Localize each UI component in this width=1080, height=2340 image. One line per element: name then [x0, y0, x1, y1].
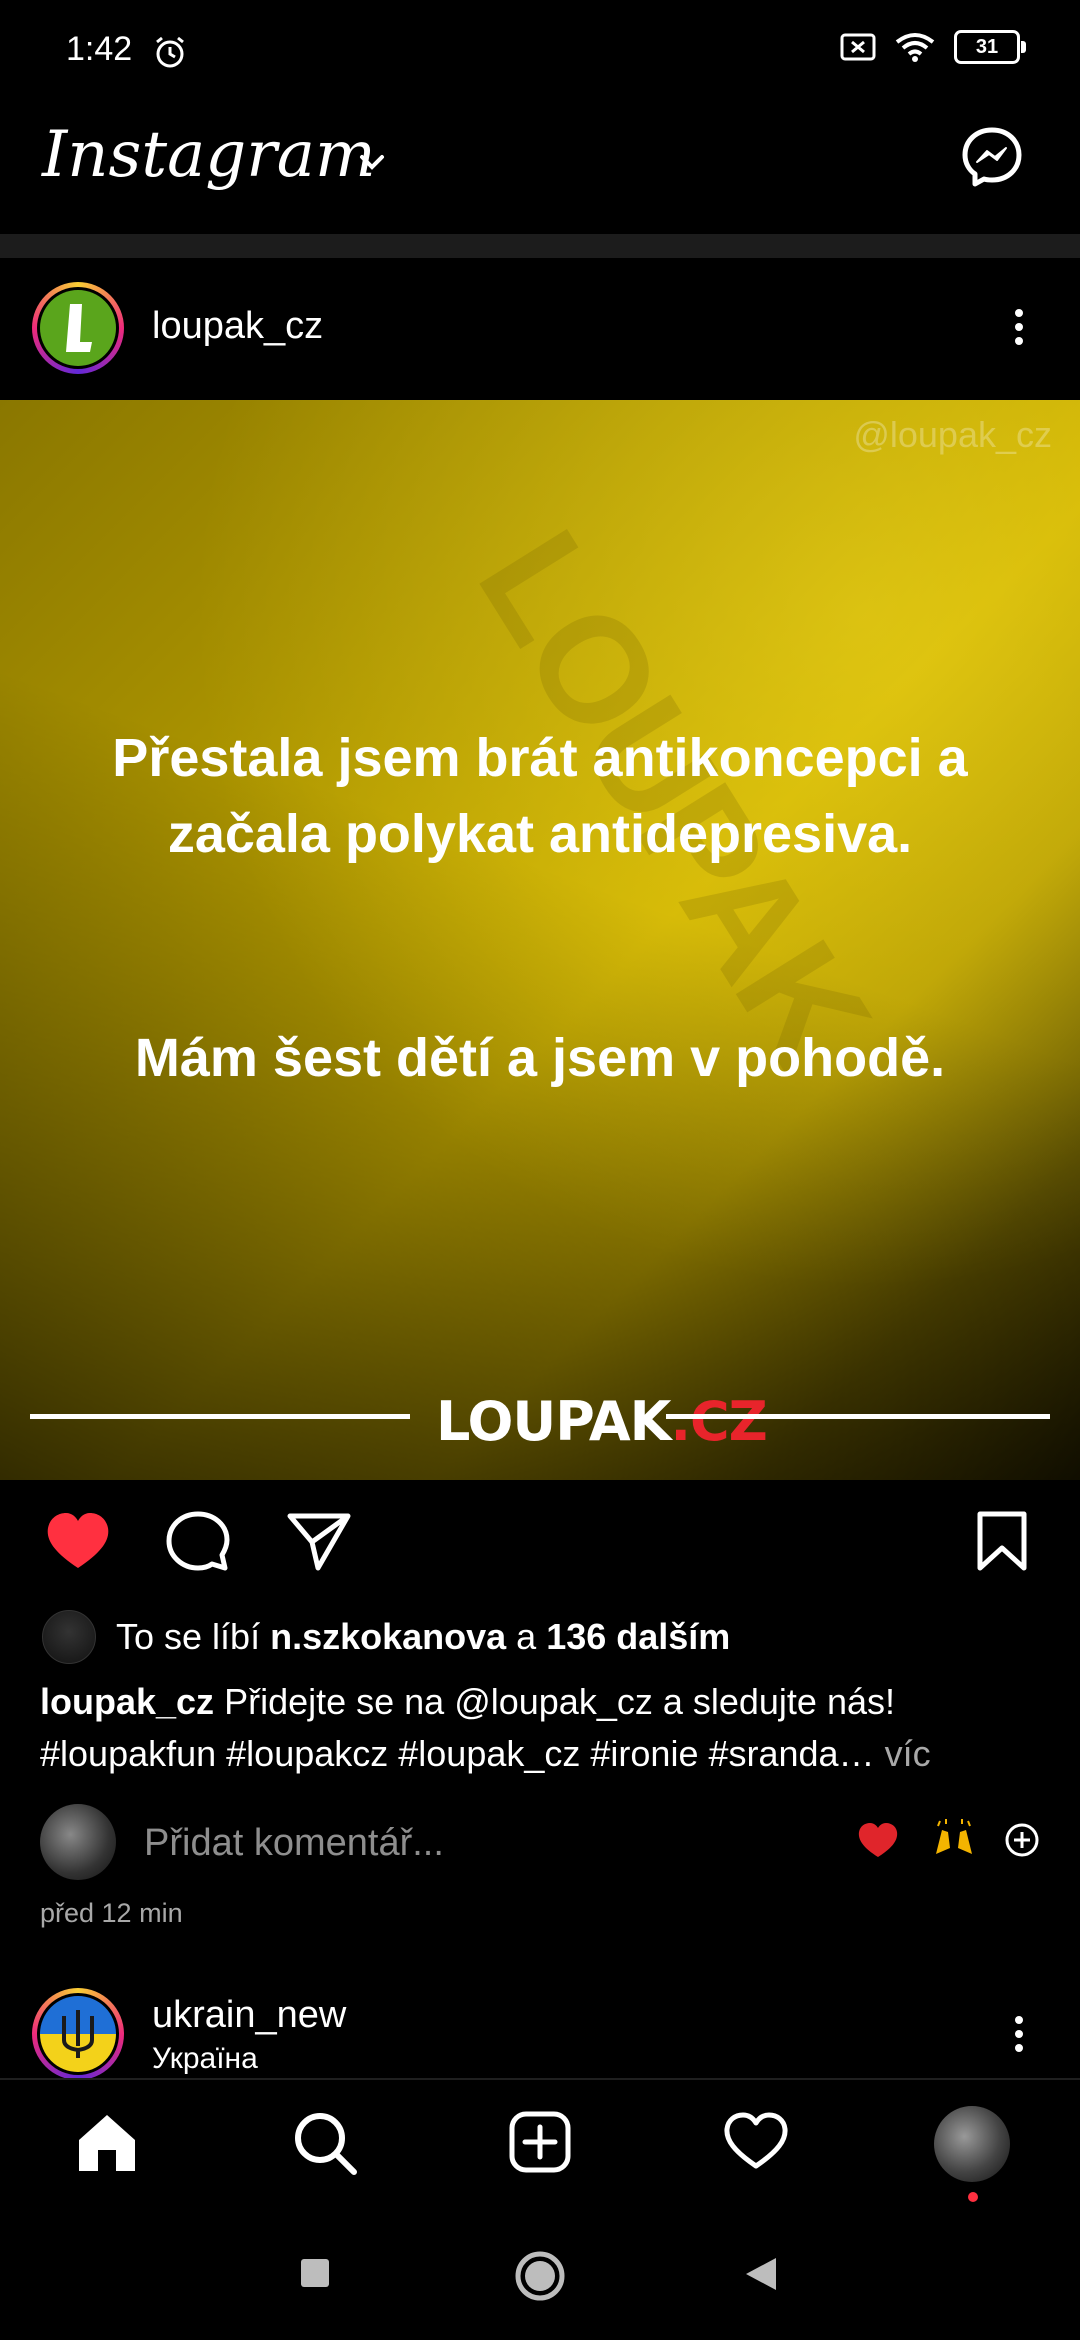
brand-divider-right: [666, 1414, 1050, 1419]
home-button-icon[interactable]: [514, 2250, 566, 2302]
alarm-icon: [156, 36, 184, 68]
brand-logo: LOUPAK.CZ: [436, 1390, 768, 1453]
add-comment-row[interactable]: Přidat komentář...: [40, 1804, 1040, 1884]
next-post-username[interactable]: ukrain_new: [152, 1994, 346, 2037]
quick-reaction-heart-icon[interactable]: [856, 1820, 900, 1860]
caption-username[interactable]: loupak_cz: [40, 1681, 214, 1722]
caption-more-link[interactable]: víc: [875, 1733, 931, 1774]
liker-username[interactable]: n.szkokanova: [270, 1616, 506, 1657]
likes-summary[interactable]: To se líbí n.szkokanova a 136 dalším: [42, 1610, 730, 1664]
next-post-author-avatar[interactable]: [32, 1988, 124, 2080]
bookmark-icon[interactable]: [975, 1510, 1029, 1572]
status-time: 1:42: [66, 30, 133, 68]
brand-divider-left: [30, 1414, 410, 1419]
add-reaction-plus-icon[interactable]: [1002, 1820, 1042, 1860]
create-post-icon[interactable]: [508, 2110, 572, 2174]
post-quote-line-1: Přestala jsem brát antikoncepci a: [112, 728, 968, 788]
back-button-icon[interactable]: [742, 2254, 780, 2294]
post-caption: loupak_cz Přidejte se na @loupak_cz a sl…: [40, 1676, 1040, 1780]
liker-avatar: [42, 1610, 96, 1664]
messenger-icon[interactable]: [960, 125, 1024, 189]
home-icon[interactable]: [74, 2110, 140, 2176]
caption-hashtags[interactable]: #loupakfun #loupakcz #loupak_cz #ironie …: [40, 1733, 875, 1774]
recent-apps-icon[interactable]: [298, 2256, 332, 2290]
status-icons: 31: [840, 30, 1026, 64]
battery-indicator: 31: [954, 30, 1026, 64]
post-timestamp: před 12 min: [40, 1898, 183, 1928]
stories-divider: [0, 234, 1080, 258]
profile-notification-dot: [968, 2192, 978, 2202]
activity-heart-icon[interactable]: [722, 2110, 790, 2172]
next-post-location[interactable]: Україна: [152, 2042, 258, 2076]
like-heart-icon[interactable]: [44, 1510, 112, 1572]
caption-text: Přidejte se na @loupak_cz a sledujte nás…: [214, 1681, 896, 1722]
image-watermark: @loupak_cz: [853, 414, 1052, 455]
post-image[interactable]: LOUPAK @loupak_cz Přestala jsem brát ant…: [0, 400, 1080, 1480]
ukraine-flag-avatar: [40, 1996, 116, 2072]
post-quote-line-2: začala polykat antidepresiva.: [167, 804, 913, 864]
comment-icon[interactable]: [166, 1510, 230, 1574]
next-post-more-options-icon[interactable]: [1015, 2010, 1025, 2058]
quick-reaction-raising-hands-icon[interactable]: [932, 1818, 976, 1862]
profile-tab-avatar[interactable]: [934, 2106, 1010, 2182]
likes-connector: a: [506, 1616, 547, 1657]
current-user-avatar: [40, 1804, 116, 1880]
likes-count[interactable]: 136 dalším: [546, 1616, 730, 1657]
sim-off-icon: [840, 33, 876, 61]
post-author-avatar[interactable]: [32, 282, 124, 374]
wifi-icon: [895, 33, 935, 62]
post-quote-line-3: Mám šest dětí a jsem v pohodě.: [134, 1028, 946, 1088]
trident-icon: [62, 2010, 94, 2058]
loupak-logo-icon: [66, 304, 92, 352]
comment-input[interactable]: Přidat komentář...: [144, 1822, 444, 1865]
post-username[interactable]: loupak_cz: [152, 305, 323, 348]
likes-prefix: To se líbí: [116, 1616, 271, 1657]
loupak-logo-avatar: [40, 290, 116, 366]
search-icon[interactable]: [292, 2110, 358, 2176]
more-options-icon[interactable]: [1015, 303, 1025, 351]
chevron-down-icon[interactable]: [356, 150, 388, 174]
share-send-icon[interactable]: [286, 1510, 352, 1572]
instagram-logo[interactable]: Instagram: [42, 118, 376, 192]
